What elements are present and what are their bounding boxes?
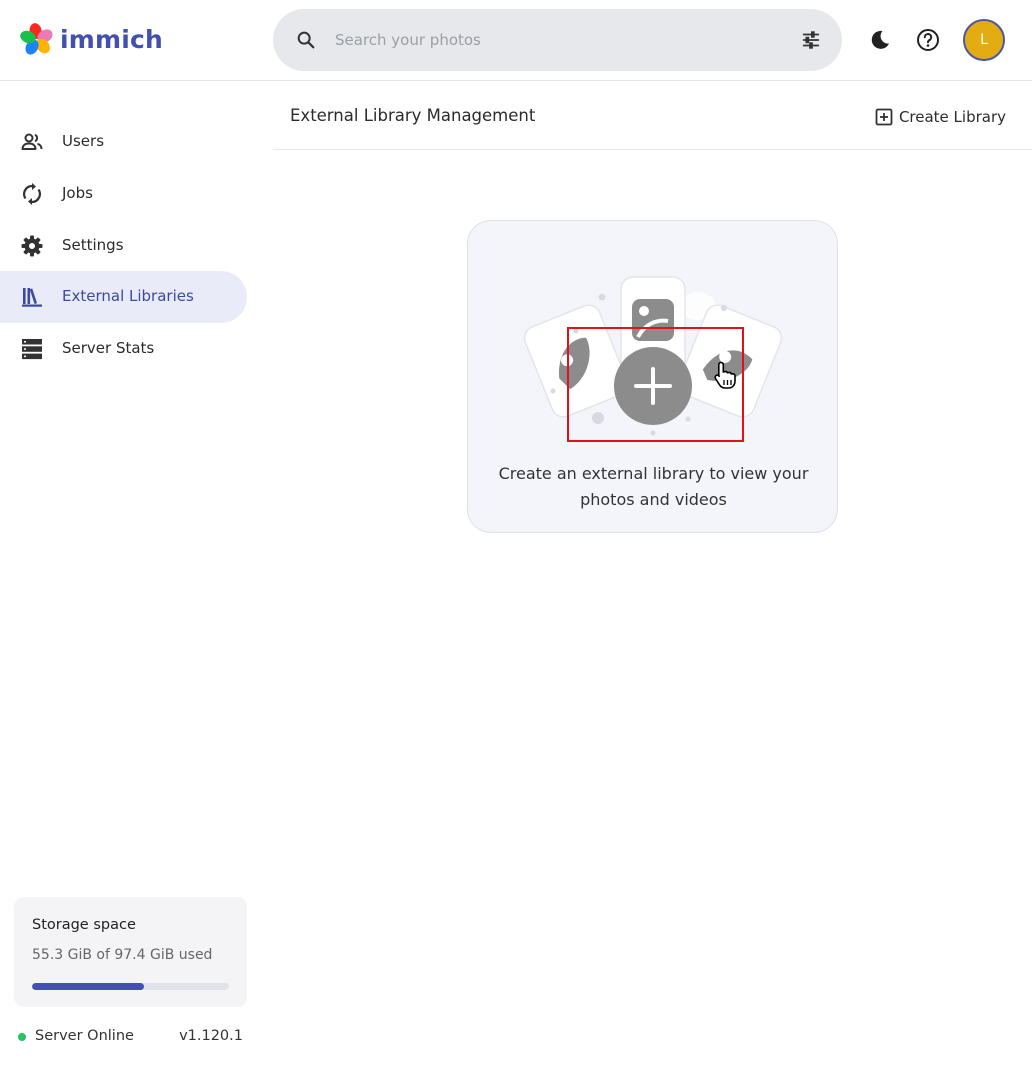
empty-library-placeholder[interactable]: Create an external library to view your … xyxy=(467,220,838,533)
sidebar-item-label: External Libraries xyxy=(62,287,194,305)
theme-toggle-button[interactable] xyxy=(865,25,895,55)
sidebar-item-label: Users xyxy=(62,132,105,150)
sidebar-item-jobs[interactable]: Jobs xyxy=(0,168,247,220)
storage-progress-bar xyxy=(32,983,229,990)
search-filter-icon[interactable] xyxy=(800,29,822,51)
server-icon xyxy=(22,339,42,360)
sidebar-item-label: Settings xyxy=(62,236,124,254)
moon-icon xyxy=(871,30,889,49)
hand-pointer-cursor-icon xyxy=(714,361,736,389)
search-bar[interactable] xyxy=(273,9,842,71)
sidebar-item-label: Jobs xyxy=(62,184,93,202)
top-bar: immich Search your photos L xyxy=(0,0,1032,81)
server-status: Server Online v1.120.1 xyxy=(18,1028,243,1048)
empty-library-illustration-icon xyxy=(523,276,783,436)
help-button[interactable] xyxy=(913,25,943,55)
users-icon xyxy=(21,133,43,150)
sidebar-item-users[interactable]: Users xyxy=(0,116,247,168)
create-library-button[interactable]: Create Library xyxy=(875,104,1006,130)
status-dot-icon xyxy=(18,1033,26,1041)
storage-usage-text: 55.3 GiB of 97.4 GiB used xyxy=(32,947,213,963)
user-avatar[interactable]: L xyxy=(963,19,1005,61)
server-status-text: Server Online xyxy=(35,1028,134,1044)
storage-progress-fill xyxy=(32,983,144,990)
help-icon xyxy=(917,29,939,51)
storage-title: Storage space xyxy=(32,917,136,933)
search-icon xyxy=(297,31,315,49)
sync-icon xyxy=(23,183,41,205)
search-input[interactable] xyxy=(335,25,775,55)
gear-icon xyxy=(21,235,43,257)
create-library-label: Create Library xyxy=(898,108,1006,126)
storage-card: Storage space 55.3 GiB of 97.4 GiB used xyxy=(14,897,247,1007)
app-name: immich xyxy=(60,24,164,54)
server-version[interactable]: v1.120.1 xyxy=(179,1028,243,1044)
library-icon xyxy=(22,288,42,307)
page-title: External Library Management xyxy=(290,106,536,125)
page-header: External Library Management Create Libra… xyxy=(273,82,1032,150)
plus-box-icon xyxy=(875,108,893,126)
sidebar-item-external-libraries[interactable]: External Libraries xyxy=(0,271,247,323)
sidebar-item-settings[interactable]: Settings xyxy=(0,220,247,272)
app-logo[interactable]: immich xyxy=(20,22,163,56)
sidebar: Users Jobs Settings External Libraries S… xyxy=(0,82,260,1072)
sidebar-item-server-stats[interactable]: Server Stats xyxy=(0,323,247,375)
sidebar-item-label: Server Stats xyxy=(62,339,155,357)
immich-logo-icon xyxy=(20,23,53,55)
empty-library-message: Create an external library to view your … xyxy=(498,464,809,509)
